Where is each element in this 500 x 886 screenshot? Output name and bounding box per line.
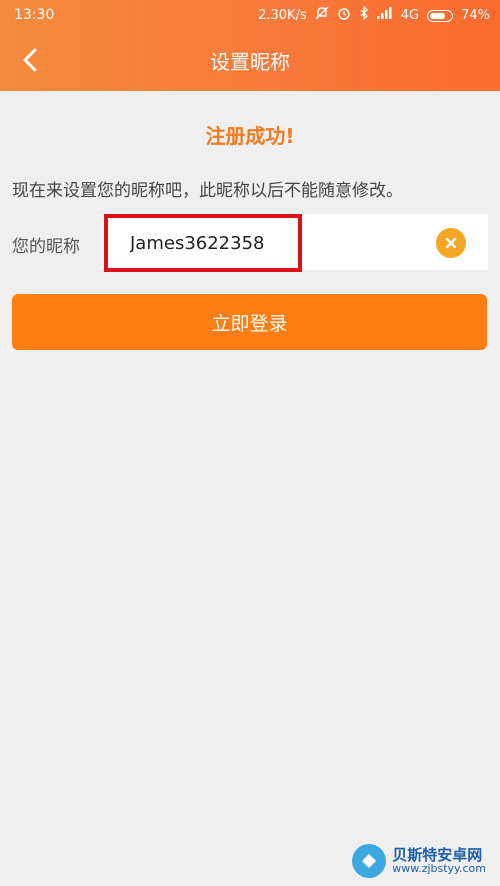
battery-icon [427,9,454,22]
app-header: 13:30 2.30K/s 4G 74% 设置昵称 [0,0,500,91]
watermark-url: www.zjbstyy.com [392,862,486,876]
navbar: 设置昵称 [0,30,500,91]
battery-percent: 74% [461,7,490,23]
clear-input-button[interactable] [436,228,466,258]
status-bar: 13:30 2.30K/s 4G 74% [0,0,500,30]
nickname-field-container [102,214,488,272]
status-time: 13:30 [14,7,55,23]
status-icons: 2.30K/s 4G 74% [258,5,490,25]
bluetooth-icon [359,5,369,25]
signal-icon [376,7,393,24]
alarm-icon [337,6,351,25]
watermark: 贝斯特安卓网 www.zjbstyy.com [352,844,486,878]
battery-fill [430,12,445,19]
nickname-field-row: 您的昵称 [0,214,488,272]
login-now-button[interactable]: 立即登录 [12,294,487,350]
network-type: 4G [400,7,420,23]
clear-circle-icon [445,237,457,249]
page-title: 设置昵称 [210,50,290,74]
success-title: 注册成功! [205,124,295,148]
watermark-logo-icon [352,844,387,878]
nickname-label: 您的昵称 [12,237,80,257]
watermark-name: 贝斯特安卓网 [392,845,483,864]
nickname-input[interactable] [128,214,432,272]
mute-icon [315,6,329,25]
network-speed: 2.30K/s [258,7,307,23]
nickname-description: 现在来设置您的昵称吧，此昵称以后不能随意修改。 [12,181,403,201]
